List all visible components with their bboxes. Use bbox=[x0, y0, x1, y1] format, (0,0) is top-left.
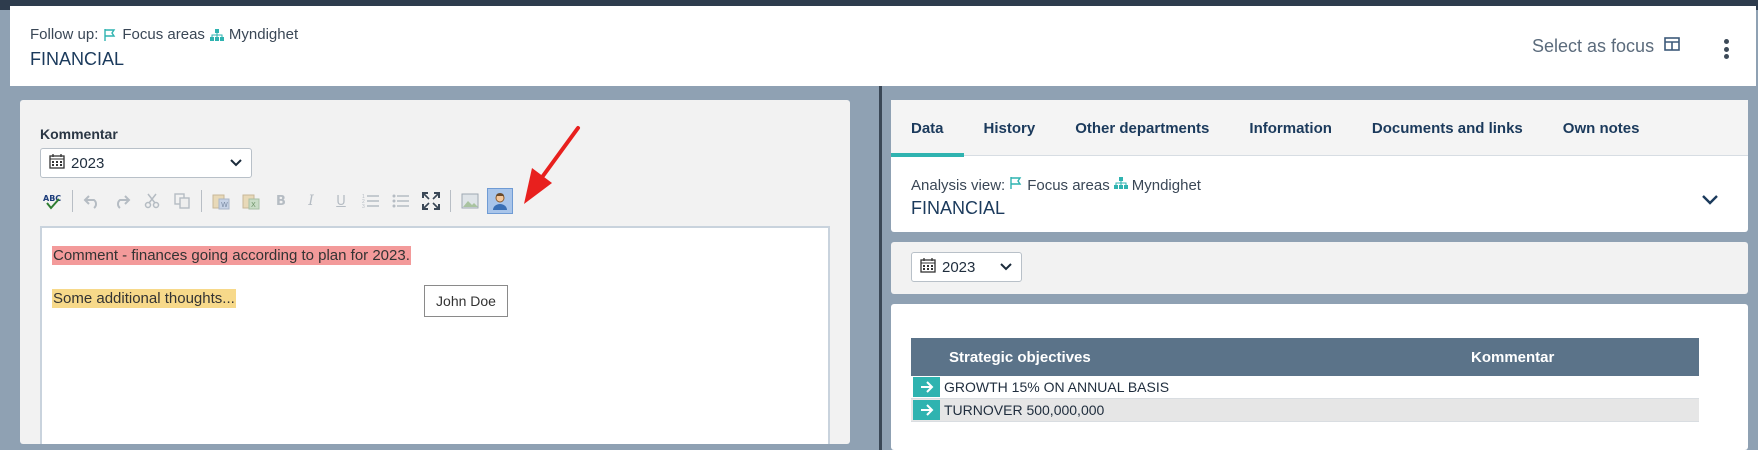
comment-label: Kommentar bbox=[40, 126, 118, 142]
fullscreen-icon[interactable] bbox=[418, 188, 444, 214]
italic-icon[interactable]: I bbox=[298, 188, 324, 214]
bullet-list-icon[interactable] bbox=[388, 188, 414, 214]
year-select[interactable]: 2023 bbox=[40, 148, 252, 178]
flag-icon bbox=[102, 27, 118, 43]
bold-icon[interactable]: B bbox=[268, 188, 294, 214]
copy-icon[interactable] bbox=[169, 188, 195, 214]
table-header: Strategic objectives Kommentar bbox=[911, 338, 1699, 376]
comment-editor[interactable]: Comment - finances going according to pl… bbox=[40, 226, 830, 444]
redo-icon[interactable] bbox=[109, 188, 135, 214]
org-chart-icon bbox=[1113, 176, 1128, 194]
year-value: 2023 bbox=[71, 154, 105, 172]
tab-information[interactable]: Information bbox=[1229, 100, 1352, 156]
spellcheck-icon[interactable]: ABC bbox=[40, 188, 66, 214]
user-tooltip: John Doe bbox=[424, 285, 508, 317]
table-row: GROWTH 15% ON ANNUAL BASIS bbox=[911, 376, 1699, 399]
editor-line-1: Comment - finances going according to pl… bbox=[52, 246, 411, 265]
cut-icon[interactable] bbox=[139, 188, 165, 214]
header-strategic-objectives: Strategic objectives bbox=[949, 348, 1091, 366]
org-chart-icon bbox=[209, 27, 225, 43]
year-value: 2023 bbox=[942, 258, 976, 276]
focus-areas-link[interactable]: Focus areas bbox=[122, 26, 205, 43]
objectives-table: Strategic objectives Kommentar GROWTH 15… bbox=[911, 338, 1699, 422]
undo-icon[interactable] bbox=[79, 188, 105, 214]
paste-word-icon[interactable]: W bbox=[208, 188, 234, 214]
more-options-icon[interactable] bbox=[1716, 36, 1736, 62]
select-as-focus-label: Select as focus bbox=[1532, 36, 1655, 56]
numbered-list-icon[interactable]: 123 bbox=[358, 188, 384, 214]
objectives-card: Strategic objectives Kommentar GROWTH 15… bbox=[891, 304, 1748, 450]
image-icon[interactable] bbox=[457, 188, 483, 214]
select-as-focus-button[interactable]: Select as focus bbox=[1532, 36, 1680, 57]
user-mention-icon[interactable] bbox=[487, 188, 513, 214]
tab-documents-and-links[interactable]: Documents and links bbox=[1352, 100, 1543, 156]
editor-toolbar: ABC W X B I U 123 bbox=[40, 186, 513, 216]
tab-own-notes[interactable]: Own notes bbox=[1543, 100, 1660, 156]
editor-line-2: Some additional thoughts... bbox=[52, 289, 236, 308]
details-card: Data History Other departments Informati… bbox=[891, 100, 1748, 232]
year-select[interactable]: 2023 bbox=[911, 252, 1022, 282]
followup-label: Follow up: bbox=[30, 26, 99, 43]
svg-text:ABC: ABC bbox=[43, 194, 61, 203]
underline-icon[interactable]: U bbox=[328, 188, 354, 214]
analysis-view-breadcrumb: Analysis view: Focus areas Myndighet bbox=[911, 176, 1201, 194]
followup-breadcrumb: Follow up: Focus areas Myndighet bbox=[30, 26, 298, 43]
tab-history[interactable]: History bbox=[964, 100, 1056, 156]
calendar-icon bbox=[920, 257, 936, 277]
focus-areas-link[interactable]: Focus areas bbox=[1027, 177, 1110, 194]
year-filter-card: 2023 bbox=[891, 242, 1748, 294]
calendar-icon bbox=[49, 153, 65, 173]
modal-header: Follow up: Focus areas Myndighet FINANCI… bbox=[10, 6, 1756, 86]
tab-data[interactable]: Data bbox=[891, 100, 964, 157]
arrow-right-icon[interactable] bbox=[913, 400, 940, 420]
svg-text:3: 3 bbox=[362, 204, 365, 209]
tab-bar: Data History Other departments Informati… bbox=[891, 100, 1748, 157]
table-row: TURNOVER 500,000,000 bbox=[911, 399, 1699, 422]
org-link[interactable]: Myndighet bbox=[1132, 177, 1201, 194]
objective-cell: TURNOVER 500,000,000 bbox=[944, 402, 1105, 418]
flag-icon bbox=[1009, 176, 1023, 194]
header-kommentar: Kommentar bbox=[1471, 348, 1555, 366]
objective-cell: GROWTH 15% ON ANNUAL BASIS bbox=[944, 379, 1170, 395]
paste-excel-icon[interactable]: X bbox=[238, 188, 264, 214]
layout-panel-icon bbox=[1664, 36, 1680, 57]
page-title: FINANCIAL bbox=[30, 49, 125, 69]
analysis-title: FINANCIAL bbox=[911, 198, 1006, 218]
chevron-down-icon bbox=[999, 259, 1013, 276]
panel-divider[interactable] bbox=[879, 86, 882, 450]
expand-chevron-icon[interactable] bbox=[1699, 188, 1721, 210]
svg-text:W: W bbox=[221, 201, 228, 209]
tab-other-departments[interactable]: Other departments bbox=[1055, 100, 1229, 156]
svg-text:X: X bbox=[251, 201, 256, 209]
org-link[interactable]: Myndighet bbox=[229, 26, 298, 43]
comment-panel: Kommentar 2023 ABC W X B I U 1 2 3 Comme… bbox=[20, 100, 850, 444]
arrow-right-icon[interactable] bbox=[913, 377, 940, 397]
chevron-down-icon bbox=[229, 155, 243, 172]
analysis-view-label: Analysis view: bbox=[911, 176, 1006, 194]
